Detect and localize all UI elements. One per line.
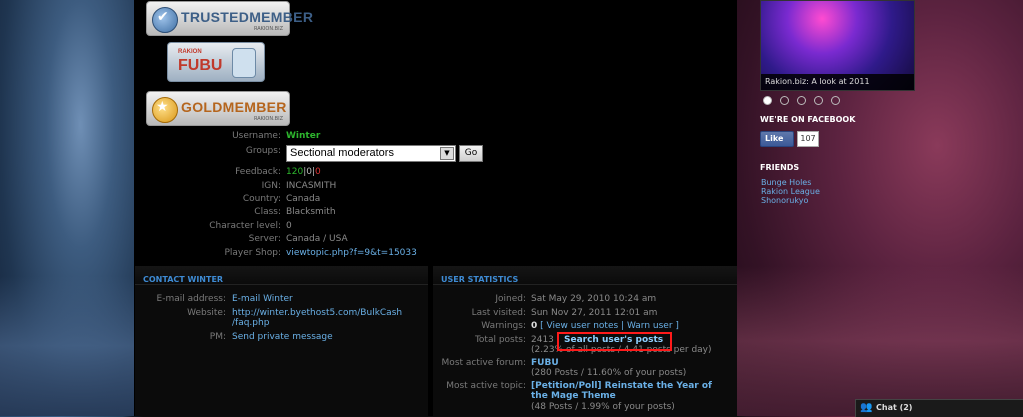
ign-value: INCASMITH xyxy=(286,181,337,191)
background-left xyxy=(0,0,134,416)
friend-link[interactable]: Rakion League xyxy=(761,187,820,196)
feedback-label: Feedback: xyxy=(235,167,281,177)
friend-link[interactable]: Shonorukyo xyxy=(761,196,808,205)
joined-value: Sat May 29, 2010 10:24 am xyxy=(531,294,657,304)
like-label: Like xyxy=(765,134,784,143)
country-value: Canada xyxy=(286,194,321,204)
groups-select-value: Sectional moderators xyxy=(290,147,394,159)
last-visited-value: Sun Nov 27, 2011 12:01 am xyxy=(531,308,658,318)
like-count: 107 xyxy=(797,131,819,147)
gold-badge-label: GOLDMEMBER xyxy=(181,99,287,115)
news-caption-bar: Rakion.biz: A look at 2011 xyxy=(761,74,914,90)
most-active-topic-label: Most active topic: xyxy=(446,381,526,391)
website-label: Website: xyxy=(187,308,226,318)
pm-label: PM: xyxy=(209,332,226,342)
server-label: Server: xyxy=(248,234,281,244)
fubu-badge-top: RAKION xyxy=(178,49,202,55)
news-thumbnail[interactable]: Rakion.biz: A look at 2011 xyxy=(760,0,915,91)
contact-heading: CONTACT WINTER xyxy=(143,275,224,284)
chat-label: Chat (2) xyxy=(876,403,913,412)
username-label: Username: xyxy=(232,131,281,141)
warnings-row: 0 [ View user notes | Warn user ] xyxy=(531,321,679,331)
carousel-dot[interactable] xyxy=(780,96,789,105)
feedback-positive[interactable]: 120 xyxy=(286,167,303,177)
go-button[interactable]: Go xyxy=(459,145,483,162)
fubu-slot-icon xyxy=(232,48,256,78)
carousel-dot-active[interactable] xyxy=(763,96,772,105)
player-shop-label: Player Shop: xyxy=(224,248,281,258)
character-level-label: Character level: xyxy=(209,221,281,231)
username-value: Winter xyxy=(286,131,321,141)
joined-label: Joined: xyxy=(495,294,526,304)
website-link[interactable]: http://winter.byethost5.com/BulkCash xyxy=(232,308,402,318)
character-level-value: 0 xyxy=(286,221,292,231)
carousel-dot[interactable] xyxy=(797,96,806,105)
warnings-label: Warnings: xyxy=(481,321,526,331)
ign-label: IGN: xyxy=(261,181,281,191)
email-label: E-mail address: xyxy=(156,294,226,304)
background-right-floor xyxy=(737,266,1023,416)
send-private-message-link[interactable]: Send private message xyxy=(232,332,333,342)
most-active-topic-stats: (48 Posts / 1.99% of your posts) xyxy=(531,402,675,412)
last-visited-label: Last visited: xyxy=(471,308,526,318)
most-active-forum-link[interactable]: FUBU xyxy=(531,358,559,368)
star-icon: ★ xyxy=(156,99,169,115)
carousel-dot[interactable] xyxy=(814,96,823,105)
fubu-badge-main: FUBU xyxy=(178,57,223,74)
feedback-negative[interactable]: 0 xyxy=(315,167,321,177)
gold-member-badge: ★ GOLDMEMBER RAKION.BIZ xyxy=(146,91,290,126)
email-link[interactable]: E-mail Winter xyxy=(232,294,293,304)
player-shop-link[interactable]: viewtopic.php?f=9&t=15033 xyxy=(286,248,417,258)
contact-panel-header: CONTACT WINTER xyxy=(135,266,428,285)
friends-heading: FRIENDS xyxy=(760,163,800,172)
carousel-dot[interactable] xyxy=(831,96,840,105)
most-active-topic-link-continued[interactable]: the Mage Theme xyxy=(531,391,616,401)
highlight-box xyxy=(557,332,672,351)
feedback-value: 120|0|0 xyxy=(286,167,321,177)
chevron-down-icon[interactable]: ▼ xyxy=(440,147,454,160)
gold-badge-sub: RAKION.BIZ xyxy=(253,116,283,122)
facebook-like-button[interactable]: Like xyxy=(760,131,794,147)
most-active-forum-label: Most active forum: xyxy=(441,358,526,368)
friend-link[interactable]: Bunge Holes xyxy=(761,178,811,187)
warning-links[interactable]: [ View user notes | Warn user ] xyxy=(540,321,679,331)
trusted-member-badge: ✔ TRUSTEDMEMBER RAKION.BIZ xyxy=(146,1,313,36)
country-label: Country: xyxy=(242,194,281,204)
user-statistics-header: USER STATISTICS xyxy=(433,266,737,285)
groups-select[interactable]: Sectional moderators ▼ xyxy=(286,145,456,162)
most-active-forum-stats: (280 Posts / 11.60% of your posts) xyxy=(531,368,687,378)
facebook-heading: WE'RE ON FACEBOOK xyxy=(760,115,856,124)
news-caption: Rakion.biz: A look at 2011 xyxy=(765,77,870,86)
server-value: Canada / USA xyxy=(286,234,348,244)
chat-users-icon: 👥 xyxy=(860,402,873,413)
trusted-badge-label: TRUSTEDMEMBER xyxy=(181,9,314,25)
website-link-continued[interactable]: /faq.php xyxy=(232,318,269,328)
most-active-topic-link[interactable]: [Petition/Poll] Reinstate the Year of xyxy=(531,381,712,391)
class-value: Blacksmith xyxy=(286,207,336,217)
check-icon: ✔ xyxy=(157,9,169,25)
chat-bar[interactable]: 👥 Chat (2) xyxy=(855,399,1023,417)
groups-label: Groups: xyxy=(245,146,281,156)
trusted-badge-sub: RAKION.BIZ xyxy=(253,26,283,32)
total-posts-value: 2413 xyxy=(531,335,554,345)
warnings-value: 0 xyxy=(531,321,538,331)
user-statistics-heading: USER STATISTICS xyxy=(441,275,519,284)
class-label: Class: xyxy=(254,207,281,217)
fubu-badge: RAKION FUBU xyxy=(167,42,265,82)
main-content: ✔ TRUSTEDMEMBER RAKION.BIZ RAKION FUBU ★… xyxy=(134,0,737,416)
total-posts-label: Total posts: xyxy=(474,335,526,345)
